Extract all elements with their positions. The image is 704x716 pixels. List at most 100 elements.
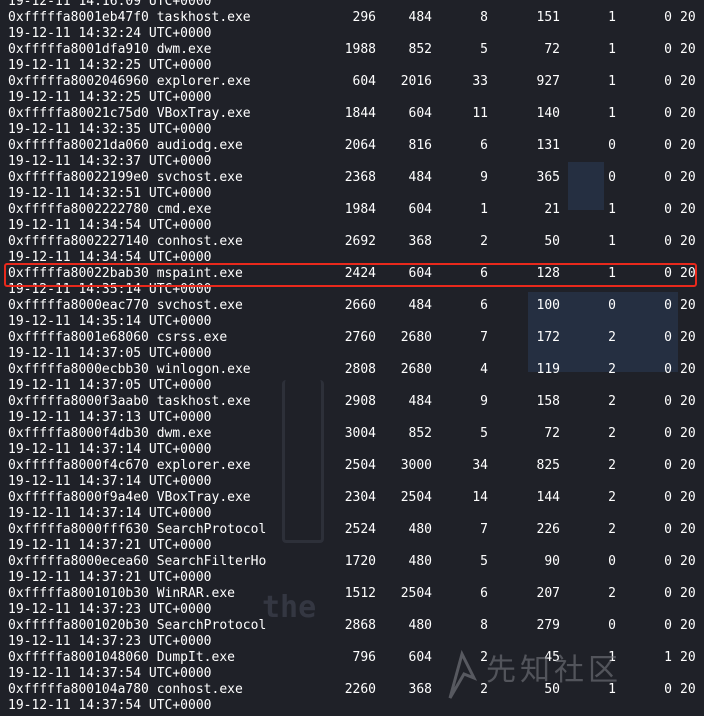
cell-start: 20: [680, 202, 696, 217]
watermark-logo-icon: [448, 649, 478, 699]
cell-threads: 8: [480, 618, 488, 633]
row-timestamp: 19-12-11 14:37:21 UTC+0000: [8, 538, 212, 553]
cell-pid: 1720: [344, 554, 376, 569]
cell-offset-name: 0xfffffa80021da060 audiodg.exe: [8, 138, 243, 153]
cell-ppid: 2680: [400, 330, 432, 345]
cell-threads: 9: [480, 394, 488, 409]
cell-start: 20: [680, 170, 696, 185]
cell-offset-name: 0xfffffa8000ecbb30 winlogon.exe: [8, 362, 251, 377]
cell-offset-name: 0xfffffa80022199e0 svchost.exe: [8, 170, 243, 185]
cell-pid: 2868: [344, 618, 376, 633]
cell-ppid: 484: [408, 170, 432, 185]
cell-pid: 1844: [344, 106, 376, 121]
cell-offset-name: 0xfffffa8000eac770 svchost.exe: [8, 298, 243, 313]
process-row: 0xfffffa8001eb47f0 taskhost.exe 296 484 8 15…: [0, 10, 704, 26]
row-timestamp: 19-12-11 14:32:25 UTC+0000: [8, 90, 212, 105]
cell-start: 20: [680, 586, 696, 601]
cell-session: 2: [608, 330, 616, 345]
cell-offset-name: 0xfffffa8001048060 DumpIt.exe: [8, 650, 235, 665]
row-timestamp: 19-12-11 14:35:14 UTC+0000: [8, 314, 212, 329]
row-timestamp: 19-12-11 14:37:14 UTC+0000: [8, 506, 212, 521]
cell-handles: 158: [536, 394, 560, 409]
cell-ppid: 816: [408, 138, 432, 153]
cell-handles: 172: [536, 330, 560, 345]
cell-offset-name: 0xfffffa8002046960 explorer.exe: [8, 74, 251, 89]
process-row: 0xfffffa8002222780 cmd.exe 1984 604 1 21 1 0 20: [0, 202, 704, 218]
cell-threads: 33: [472, 74, 488, 89]
row-timestamp: 19-12-11 14:32:25 UTC+0000: [8, 58, 212, 73]
cell-handles: 144: [536, 490, 560, 505]
cell-offset-name: 0xfffffa8001020b30 SearchProtocol: [8, 618, 267, 633]
cell-session: 2: [608, 362, 616, 377]
cell-start: 20: [680, 42, 696, 57]
row-timestamp: 19-12-11 14:37:14 UTC+0000: [8, 474, 212, 489]
cell-handles: 825: [536, 458, 560, 473]
cell-threads: 9: [480, 170, 488, 185]
cell-pid: 2760: [344, 330, 376, 345]
process-row: 0xfffffa80021c75d0 VBoxTray.exe 1844 604 11…: [0, 106, 704, 122]
process-row: 0xfffffa8000f9a4e0 VBoxTray.exe 2304 2504 1…: [0, 490, 704, 506]
cell-handles: 50: [544, 234, 560, 249]
process-row: 0xfffffa8000eac770 svchost.exe 2660 484 6 10…: [0, 298, 704, 314]
cell-threads: 7: [480, 522, 488, 537]
cell-pid: 3004: [344, 426, 376, 441]
cell-handles: 226: [536, 522, 560, 537]
cell-threads: 14: [472, 490, 488, 505]
cell-ppid: 2504: [400, 490, 432, 505]
cell-wow64: 0: [664, 682, 672, 697]
cell-threads: 1: [480, 202, 488, 217]
cell-ppid: 368: [408, 234, 432, 249]
cell-wow64: 0: [664, 10, 672, 25]
cell-handles: 140: [536, 106, 560, 121]
row-timestamp: 19-12-11 14:37:05 UTC+0000: [8, 378, 212, 393]
process-row: 0xfffffa8001010b30 WinRAR.exe 1512 2504 6 20…: [0, 586, 704, 602]
cell-session: 1: [608, 106, 616, 121]
cell-pid: 1512: [344, 586, 376, 601]
cell-session: 0: [608, 138, 616, 153]
cell-pid: 2504: [344, 458, 376, 473]
cell-wow64: 0: [664, 74, 672, 89]
cell-pid: 796: [352, 650, 376, 665]
cell-handles: 21: [544, 202, 560, 217]
cell-handles: 119: [536, 362, 560, 377]
cell-offset-name: 0xfffffa8002222780 cmd.exe: [8, 202, 212, 217]
cell-session: 0: [608, 618, 616, 633]
cell-handles: 365: [536, 170, 560, 185]
cell-wow64: 0: [664, 330, 672, 345]
cell-offset-name: 0xfffffa80021c75d0 VBoxTray.exe: [8, 106, 251, 121]
row-timestamp: 19-12-11 14:37:54 UTC+0000: [8, 698, 212, 713]
cell-start: 20: [680, 458, 696, 473]
process-row: 0xfffffa8002227140 conhost.exe 2692 368 2 50…: [0, 234, 704, 250]
cell-offset-name: 0xfffffa8001dfa910 dwm.exe: [8, 42, 212, 57]
cell-wow64: 0: [664, 170, 672, 185]
process-row: 0xfffffa8000fff630 SearchProtocol 2524 480…: [0, 522, 704, 538]
process-row: 0xfffffa80021da060 audiodg.exe 2064 816 6 13…: [0, 138, 704, 154]
cell-start: 20: [680, 298, 696, 313]
cell-session: 2: [608, 522, 616, 537]
row-timestamp: 19-12-11 14:32:35 UTC+0000: [8, 122, 212, 137]
row-timestamp: 19-12-11 14:32:24 UTC+0000: [8, 26, 212, 41]
cell-handles: 151: [536, 10, 560, 25]
cell-handles: 131: [536, 138, 560, 153]
cell-start: 20: [680, 106, 696, 121]
cell-wow64: 0: [664, 586, 672, 601]
cell-pid: 2064: [344, 138, 376, 153]
cell-offset-name: 0xfffffa8000f9a4e0 VBoxTray.exe: [8, 490, 251, 505]
cell-ppid: 368: [408, 682, 432, 697]
cell-threads: 5: [480, 426, 488, 441]
row-timestamp: 19-12-11 14:34:54 UTC+0000: [8, 218, 212, 233]
cell-ppid: 604: [408, 202, 432, 217]
process-row: 0xfffffa80022199e0 svchost.exe 2368 484 9 36…: [0, 170, 704, 186]
cell-start: 20: [680, 10, 696, 25]
cell-wow64: 0: [664, 394, 672, 409]
cell-wow64: 0: [664, 522, 672, 537]
cell-offset-name: 0xfffffa8000f3aab0 taskhost.exe: [8, 394, 251, 409]
cell-wow64: 0: [664, 234, 672, 249]
cell-session: 2: [608, 458, 616, 473]
cell-pid: 2808: [344, 362, 376, 377]
row-timestamp: 19-12-11 14:37:23 UTC+0000: [8, 602, 212, 617]
cell-ppid: 852: [408, 42, 432, 57]
cell-session: 0: [608, 554, 616, 569]
cell-offset-name: 0xfffffa8001eb47f0 taskhost.exe: [8, 10, 251, 25]
cell-pid: 2368: [344, 170, 376, 185]
